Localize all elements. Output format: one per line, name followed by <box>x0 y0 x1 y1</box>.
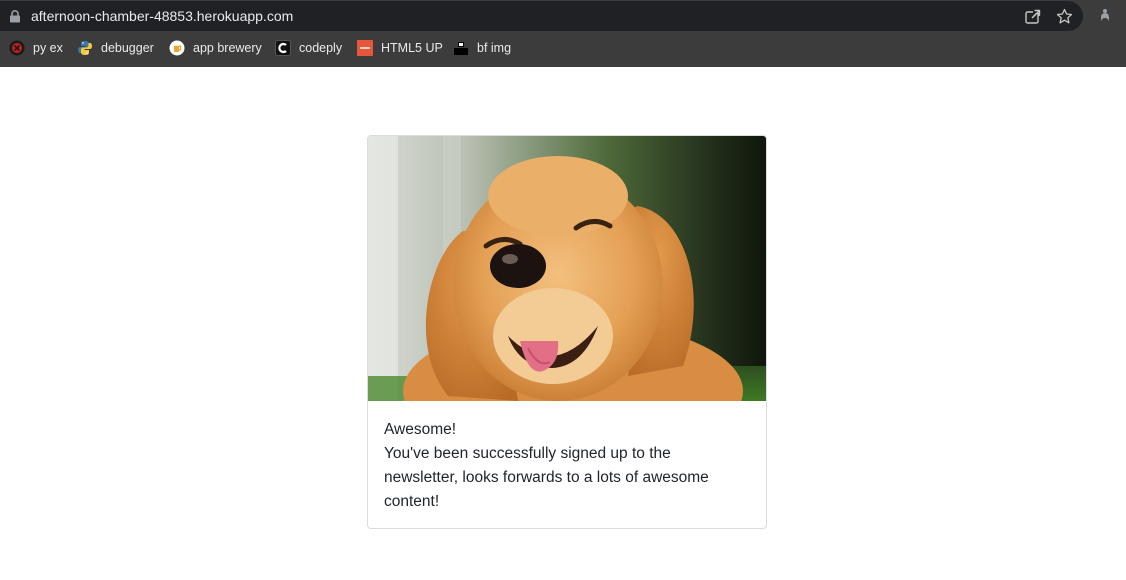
bookmark-label: debugger <box>101 41 154 55</box>
bookmark-codeply[interactable]: codeply <box>275 38 342 58</box>
bfimg-favicon <box>454 42 468 55</box>
bookmark-label: app brewery <box>193 41 262 55</box>
lock-icon[interactable] <box>9 10 21 23</box>
html5up-favicon <box>357 40 373 56</box>
bookmarks-bar: py ex debugger app brewery codeply HTML5… <box>0 34 1126 62</box>
bookmark-star-icon[interactable] <box>1056 8 1073 25</box>
card-message: You've been successfully signed up to th… <box>384 445 709 510</box>
codeply-favicon <box>275 40 291 56</box>
bookmark-bf-img[interactable]: bf img <box>453 38 511 58</box>
bookmark-label: bf img <box>477 41 512 55</box>
bookmark-label: codeply <box>299 41 343 55</box>
url-text[interactable]: afternoon-chamber-48853.herokuapp.com <box>31 8 293 24</box>
bookmark-app-brewery[interactable]: app brewery <box>169 38 262 58</box>
share-icon[interactable] <box>1024 8 1041 25</box>
bookmark-py-ex[interactable]: py ex <box>9 38 63 58</box>
card-body: Awesome! You've been successfully signed… <box>384 418 744 514</box>
bookmark-html5-up[interactable]: HTML5 UP <box>357 38 443 58</box>
appbrewery-favicon <box>169 40 185 56</box>
python-favicon <box>78 41 92 55</box>
bookmark-label: HTML5 UP <box>381 41 443 55</box>
pyex-favicon <box>9 40 25 56</box>
golden-retriever-image <box>368 136 766 401</box>
address-bar[interactable]: afternoon-chamber-48853.herokuapp.com <box>0 1 1083 31</box>
signup-success-card: Awesome! You've been successfully signed… <box>367 135 767 529</box>
card-title: Awesome! <box>384 421 457 438</box>
bookmark-debugger[interactable]: debugger <box>77 38 154 58</box>
profile-menu-icon[interactable] <box>1099 8 1111 24</box>
bookmark-label: py ex <box>33 41 63 55</box>
browser-chrome: afternoon-chamber-48853.herokuapp.com py… <box>0 0 1126 67</box>
